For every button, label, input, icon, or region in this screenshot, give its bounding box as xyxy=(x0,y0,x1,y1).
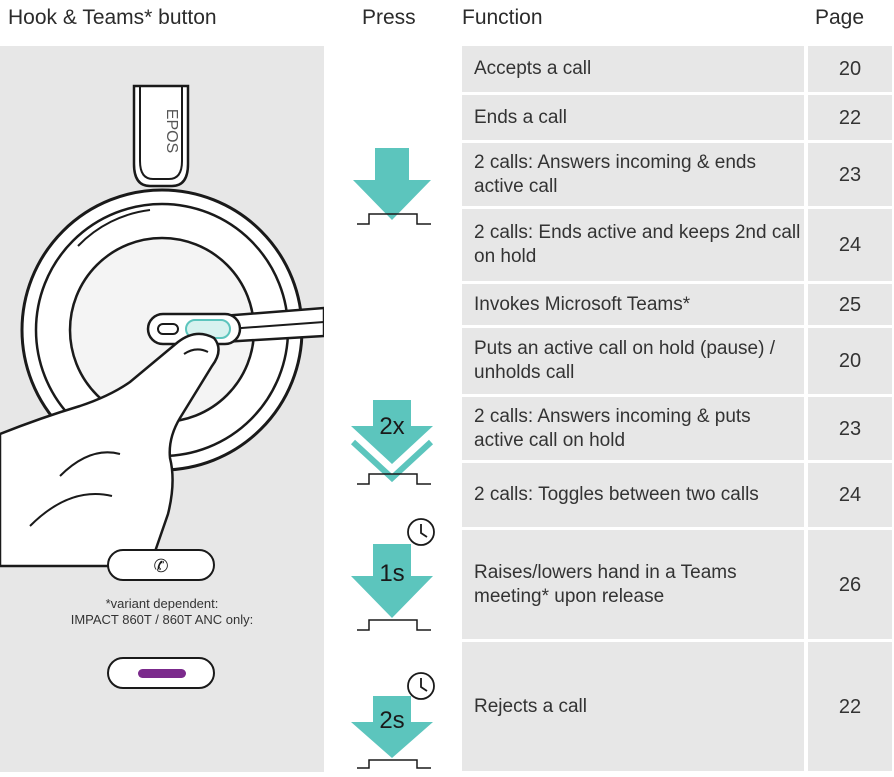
variant-note-line1: *variant dependent: xyxy=(105,596,219,611)
press-label-1s: 1s xyxy=(379,560,404,587)
column-header-page: Page xyxy=(815,6,865,29)
page-cell: 23 xyxy=(808,143,892,206)
function-cell: 2 calls: Answers incoming & puts active … xyxy=(462,397,804,460)
hold-2s-press-arrow-icon: 2s xyxy=(351,672,435,769)
function-cell: 2 calls: Answers incoming & ends active … xyxy=(462,143,804,206)
page-cell: 24 xyxy=(808,209,892,281)
page-cell: 26 xyxy=(808,530,892,639)
function-cell: Rejects a call xyxy=(462,642,804,771)
press-symbols-column: 2x 1s 2s xyxy=(333,46,458,772)
headset-illustration: EPOS ✆ xyxy=(0,84,326,689)
page-cell: 22 xyxy=(808,95,892,140)
brand-logo: EPOS xyxy=(163,109,180,153)
hold-1s-press-arrow-icon: 1s xyxy=(351,518,435,631)
page-cell: 23 xyxy=(808,397,892,460)
page-cell: 25 xyxy=(808,284,892,325)
column-header-press: Press xyxy=(362,6,416,29)
phone-icon: ✆ xyxy=(153,556,168,576)
page-cell: 24 xyxy=(808,463,892,527)
page-cell: 20 xyxy=(808,46,892,92)
function-cell: Accepts a call xyxy=(462,46,804,92)
function-cell: 2 calls: Ends active and keeps 2nd call … xyxy=(462,209,804,281)
double-press-arrow-icon: 2x xyxy=(350,400,434,485)
press-label-2x: 2x xyxy=(379,413,404,440)
headset-illustration-panel: EPOS ✆ *variant dependent: IMPACT 860T /… xyxy=(0,46,326,772)
function-cell: 2 calls: Toggles between two calls xyxy=(462,463,804,527)
page-cell: 20 xyxy=(808,328,892,394)
function-cell: Puts an active call on hold (pause) / un… xyxy=(462,328,804,394)
column-header-button: Hook & Teams* button xyxy=(8,6,217,29)
column-header-function: Function xyxy=(462,6,543,29)
page-cell: 22 xyxy=(808,642,892,771)
function-cell: Invokes Microsoft Teams* xyxy=(462,284,804,325)
teams-bar-icon xyxy=(138,669,186,678)
function-cell: Raises/lowers hand in a Teams meeting* u… xyxy=(462,530,804,639)
function-cell: Ends a call xyxy=(462,95,804,140)
single-press-arrow-icon xyxy=(353,148,431,225)
variant-note-line2: IMPACT 860T / 860T ANC only: xyxy=(70,612,254,627)
press-label-2s: 2s xyxy=(379,707,404,734)
